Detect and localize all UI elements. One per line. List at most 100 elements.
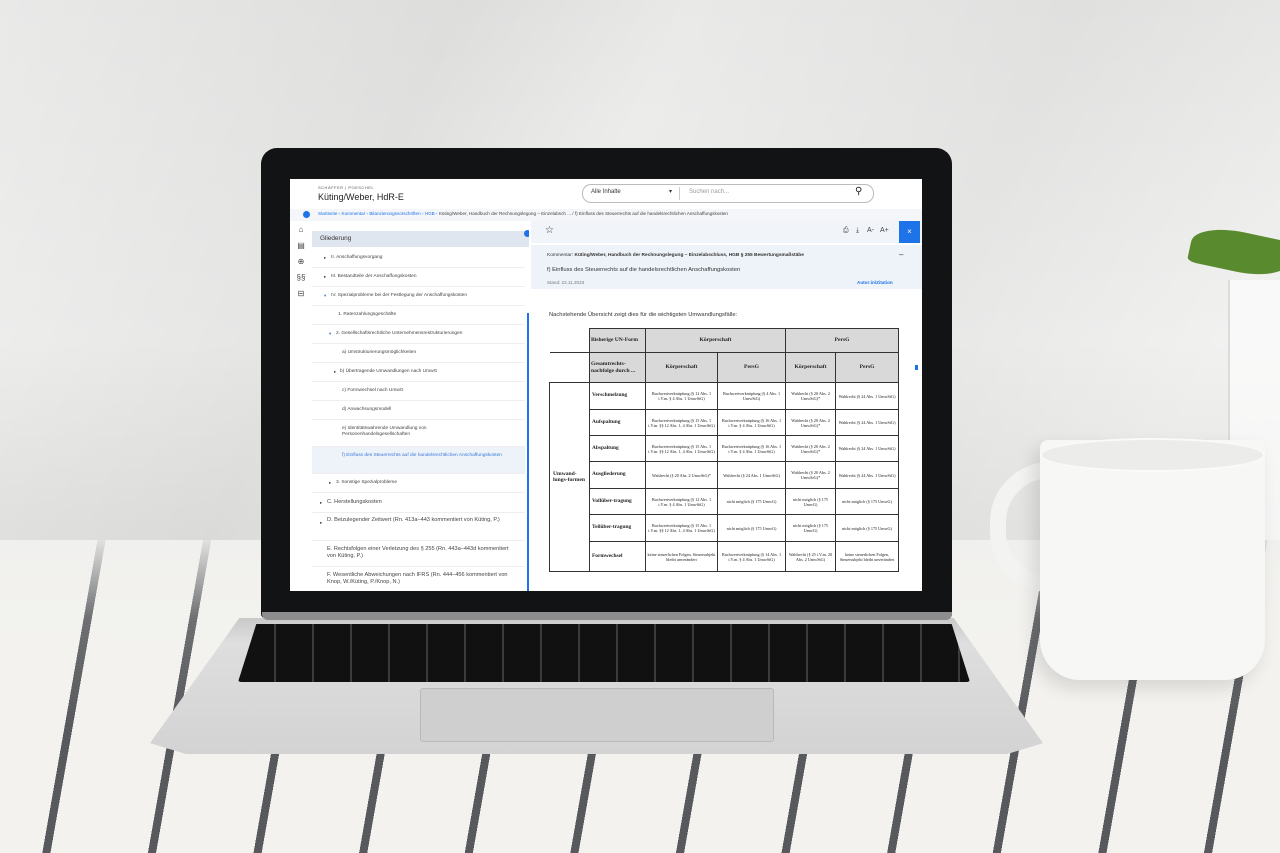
toc-item-active[interactable]: f) Einfluss des Steuerrechts auf die han… <box>312 447 525 474</box>
toc-item[interactable]: E. Rechtsfolgen einer Verletzung des § 2… <box>312 541 525 567</box>
authors-citation-link[interactable]: Autor:in/Zitation <box>857 280 893 285</box>
breadcrumb: Startseite ‹ Kommentar ‹ Bilanzierungsvo… <box>318 211 728 216</box>
publisher-logo: SCHÄFFER | POESCHEL <box>318 185 375 190</box>
table-cell: Wahlrecht (§ 24 Abs. 1 UmwStG) <box>835 461 900 489</box>
close-icon[interactable]: × <box>899 221 920 243</box>
globe-icon[interactable]: ⊕ <box>295 257 307 267</box>
toc-item-label: 2. Gesellschaftsrechtliche Unternehmensr… <box>336 331 463 336</box>
table-row-label: Vollüber-tragung <box>589 488 646 515</box>
toc-item[interactable]: ▸ C. Herstellungskosten <box>312 493 525 513</box>
table-corner <box>549 352 590 383</box>
search-bar: Alle Inhalte ▾ Suchen nach... ⚲ <box>582 184 874 203</box>
expand-icon[interactable]: ▸ <box>324 255 326 261</box>
collapse-meta-icon[interactable]: – <box>899 250 903 259</box>
expand-icon[interactable]: ▸ <box>329 480 331 486</box>
umwandlung-table: Bisherige UN-Form Körperschaft PersG Ges… <box>549 328 900 572</box>
document-source: Kommentar: Küting/Weber, Handbuch der Re… <box>547 253 804 258</box>
toc-item-label: III. Bestandteile der Anschaffungskosten <box>331 274 417 279</box>
toc-item[interactable]: c) Formwechsel nach UmwG <box>312 382 525 401</box>
toc-item[interactable]: a) Umstrukturierungsmöglichkeiten <box>312 344 525 363</box>
icon-rail: ⌂ ▤ ⊕ §§ ⊟ <box>290 221 312 591</box>
table-row-label: Verschmelzung <box>589 382 646 410</box>
expand-icon[interactable]: ▸ <box>320 499 322 506</box>
toc-item-label: e) Identitätswahrende Umwandlung von Per… <box>342 426 427 437</box>
table-cell: nicht möglich (§ 175 UmwG) <box>835 488 900 515</box>
toc-item-label: C. Herstellungskosten <box>327 499 382 505</box>
toc-item[interactable]: 1. Ratenzahlungsgeschäfte <box>312 306 525 325</box>
table-cell: Wahlrecht (§ 20 Abs. 2 UmwStG)* <box>645 461 718 489</box>
table-cell: Wahlrecht (§ 25 i.V.m. 20 Abs. 2 UmwStG) <box>785 541 837 572</box>
expand-icon[interactable]: ▸ <box>334 369 336 375</box>
table-header: Körperschaft <box>785 352 837 383</box>
breadcrumb-item[interactable]: Startseite <box>318 211 337 216</box>
toc-item[interactable]: ▸ b) Übertragende Umwandlungen nach UmwG <box>312 363 525 382</box>
toc-item[interactable]: F. Wesentliche Abweichungen nach IFRS (R… <box>312 567 525 591</box>
table-cell: nicht möglich (§ 175 UmwG) <box>716 514 787 542</box>
table-cell: Buchwertverknüpfung (§ 15 Abs. 1 i.V.m. … <box>645 514 718 542</box>
toc-item[interactable]: ▸ 3. Sonstige Spezialprobleme <box>312 474 525 493</box>
toc-panel: Gliederung ▸ II. Anschaffungsvorgang ▸ I… <box>312 225 529 591</box>
breadcrumb-item[interactable]: Bilanzierungsvorschriften <box>369 211 420 216</box>
search-input[interactable]: Suchen nach... <box>689 189 729 195</box>
toc-item-label: F. Wesentliche Abweichungen nach IFRS (R… <box>327 572 508 585</box>
table-cell: Buchwertverknüpfung (§ 16 Abs. 1 i.V.m. … <box>716 409 787 436</box>
toc-item-label: E. Rechtsfolgen einer Verletzung des § 2… <box>327 546 509 559</box>
laptop-hinge <box>262 612 952 620</box>
sidebar-toggle-button[interactable] <box>303 211 310 218</box>
toc-item[interactable]: ▸ D. Beizulegender Zeitwert (Rn. 413a–44… <box>312 513 525 541</box>
search-scope-select[interactable]: Alle Inhalte <box>591 189 621 195</box>
breadcrumb-item[interactable]: HGB <box>425 211 435 216</box>
font-increase-icon[interactable]: A+ <box>880 227 889 234</box>
chevron-down-icon[interactable]: ▾ <box>669 188 672 195</box>
download-icon[interactable]: ⤓ <box>856 227 859 235</box>
document-intro: Nachstehende Übersicht zeigt dies für di… <box>549 312 738 318</box>
breadcrumb-item[interactable]: Kommentar <box>342 211 366 216</box>
app-header: SCHÄFFER | POESCHEL Küting/Weber, HdR-E … <box>290 179 922 209</box>
toc-item[interactable]: ▸ III. Bestandteile der Anschaffungskost… <box>312 268 525 287</box>
table-cell: Wahlrecht (§ 24 Abs. 1 UmwStG) <box>716 461 787 489</box>
laptop-trackpad <box>420 688 774 742</box>
document-toolbar: ☆ ⎙ ⤓ A- A+ × <box>531 221 922 243</box>
toc-item[interactable]: d) Anwachsungsmodell <box>312 401 525 420</box>
toc-item[interactable]: e) Identitätswahrende Umwandlung von Per… <box>312 420 525 447</box>
scroll-marker[interactable] <box>915 365 918 370</box>
toc-item-label: d) Anwachsungsmodell <box>342 407 392 412</box>
toc-collapse-button[interactable] <box>524 230 529 237</box>
table-header: PersG <box>785 328 900 353</box>
app-screen: SCHÄFFER | POESCHEL Küting/Weber, HdR-E … <box>290 179 922 591</box>
table-row-label: Abspaltung <box>589 435 646 462</box>
toc-item-label: IV. Spezialprobleme bei der Festlegung d… <box>331 293 468 298</box>
toc-item[interactable]: ▾ 2. Gesellschaftsrechtliche Unternehmen… <box>312 325 525 344</box>
font-decrease-icon[interactable]: A- <box>867 227 874 234</box>
toc-item-label: f) Einfluss des Steuerrechts auf die han… <box>342 453 502 458</box>
expand-icon[interactable]: ▸ <box>320 519 322 526</box>
collapse-icon[interactable]: ▾ <box>329 331 331 337</box>
collapse-icon[interactable]: ▾ <box>324 293 326 299</box>
toc-header: Gliederung <box>312 231 529 247</box>
star-icon[interactable]: ☆ <box>545 225 554 236</box>
paragraph-icon[interactable]: §§ <box>295 273 307 283</box>
print-icon[interactable]: ⎙ <box>843 227 849 235</box>
document-date: Stand: 22.11.2023 <box>547 280 585 285</box>
toc-item-label: 1. Ratenzahlungsgeschäfte <box>338 312 397 317</box>
table-cell: nicht möglich (§ 175 UmwG) <box>716 488 787 515</box>
table-header: PersG <box>835 352 900 383</box>
table-header: Körperschaft <box>645 352 718 383</box>
bookmark-list-icon[interactable]: ⊟ <box>295 289 307 299</box>
document-icon[interactable]: ▤ <box>295 241 307 251</box>
app-title[interactable]: Küting/Weber, HdR-E <box>318 192 404 202</box>
home-icon[interactable]: ⌂ <box>295 225 307 235</box>
toc-item[interactable]: ▾ IV. Spezialprobleme bei der Festlegung… <box>312 287 525 306</box>
table-cell: Wahlrecht (§ 24 Abs. 1 UmwStG) <box>835 435 900 462</box>
toc-scrollbar[interactable] <box>527 313 529 591</box>
table-cell: Wahlrecht (§ 20 Abs. 2 UmwStG)* <box>785 435 837 462</box>
table-cell: nicht möglich (§ 175 UmwG) <box>785 488 837 515</box>
table-cell: Buchwertverknüpfung (§ 12 Abs. 1 i.V.m. … <box>645 488 718 515</box>
table-cell: Buchwertverknüpfung (§ 15 Abs. 1 i.V.m. … <box>645 409 718 436</box>
table-header: Bisherige UN-Form <box>589 328 646 353</box>
expand-icon[interactable]: ▸ <box>324 274 326 280</box>
toc-item-label: 3. Sonstige Spezialprobleme <box>336 480 398 485</box>
table-cell: nicht möglich (§ 175 UmwG) <box>785 514 837 542</box>
search-icon[interactable]: ⚲ <box>855 186 862 197</box>
toc-item[interactable]: ▸ II. Anschaffungsvorgang <box>312 249 525 268</box>
